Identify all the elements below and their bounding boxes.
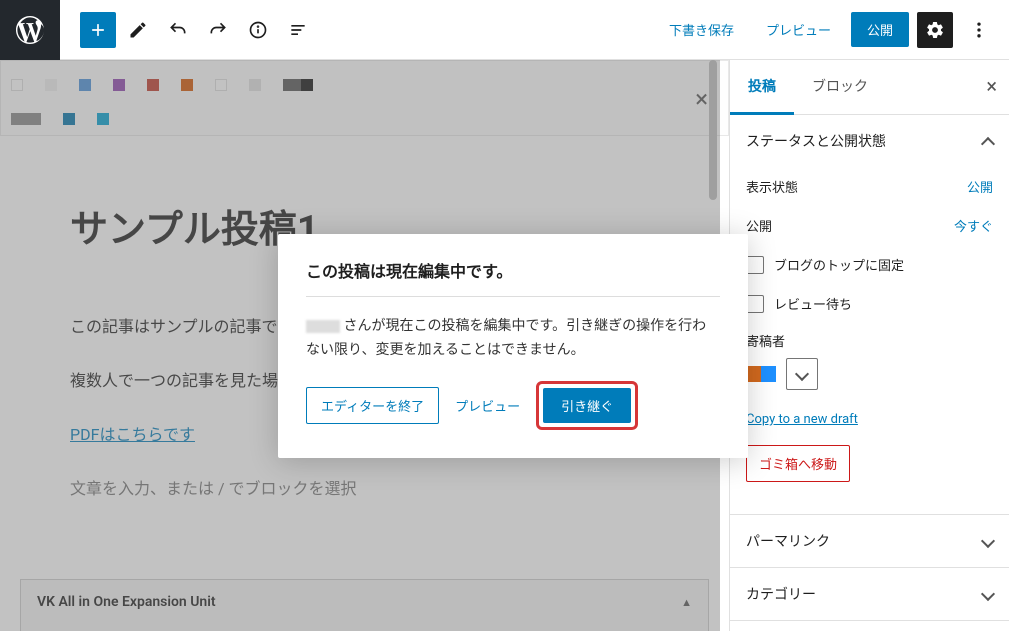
author-label: 寄稿者 [746, 323, 993, 350]
wordpress-logo[interactable] [0, 0, 60, 60]
panel-header-category[interactable]: カテゴリー [730, 568, 1009, 620]
author-avatar [746, 366, 776, 382]
redacted-username [306, 320, 340, 333]
author-select[interactable] [786, 358, 818, 390]
info-icon [248, 20, 268, 40]
redo-icon [208, 20, 228, 40]
gear-icon [925, 20, 945, 40]
chevron-up-icon [983, 136, 993, 146]
publish-button[interactable]: 公開 [851, 12, 909, 47]
toolbar-left [60, 12, 316, 48]
takeover-highlight: 引き継ぐ [536, 381, 638, 430]
pencil-icon [128, 20, 148, 40]
panel-header-permalink[interactable]: パーマリンク [730, 515, 1009, 567]
exit-editor-button[interactable]: エディターを終了 [306, 387, 439, 424]
chevron-down-icon [983, 536, 993, 546]
publish-value[interactable]: 今すぐ [954, 216, 993, 235]
tab-block[interactable]: ブロック [794, 60, 886, 114]
info-button[interactable] [240, 12, 276, 48]
settings-sidebar: 投稿 ブロック × ステータスと公開状態 表示状態 公開 公開 今すぐ [729, 60, 1009, 631]
more-vertical-icon [969, 20, 989, 40]
pending-checkbox[interactable] [746, 295, 764, 313]
move-to-trash-button[interactable]: ゴミ箱へ移動 [746, 445, 850, 482]
toolbar-right: 下書き保存 プレビュー 公開 [657, 12, 1009, 48]
sticky-row: ブログのトップに固定 [746, 245, 993, 284]
copy-new-draft-link[interactable]: Copy to a new draft [746, 406, 993, 445]
chevron-down-icon [797, 369, 807, 379]
outline-button[interactable] [280, 12, 316, 48]
category-panel: カテゴリー [730, 568, 1009, 621]
sidebar-tabs: 投稿 ブロック × [730, 60, 1009, 115]
sticky-checkbox[interactable] [746, 256, 764, 274]
editor-toolbar: 下書き保存 プレビュー 公開 [0, 0, 1009, 60]
panel-header-status[interactable]: ステータスと公開状態 [730, 115, 1009, 167]
tab-post[interactable]: 投稿 [730, 60, 794, 115]
visibility-value[interactable]: 公開 [967, 177, 993, 196]
permalink-panel: パーマリンク [730, 515, 1009, 568]
modal-preview-button[interactable]: プレビュー [449, 388, 526, 423]
wordpress-icon [16, 16, 44, 44]
status-visibility-panel: ステータスと公開状態 表示状態 公開 公開 今すぐ ブログのトップに固定 [730, 115, 1009, 515]
modal-body: さんが現在この投稿を編集中です。引き継ぎの操作を行わない限り、変更を加えることは… [306, 315, 720, 363]
more-menu-button[interactable] [961, 12, 997, 48]
takeover-button[interactable]: 引き継ぐ [543, 388, 631, 423]
edit-mode-button[interactable] [120, 12, 156, 48]
redo-button[interactable] [200, 12, 236, 48]
close-sidebar-button[interactable]: × [986, 74, 997, 98]
save-draft-button[interactable]: 下書き保存 [657, 12, 746, 47]
modal-title: この投稿は現在編集中です。 [306, 258, 720, 297]
settings-button[interactable] [917, 12, 953, 48]
plus-icon [88, 20, 108, 40]
preview-button[interactable]: プレビュー [754, 12, 843, 47]
author-row [746, 350, 993, 406]
post-lock-modal: この投稿は現在編集中です。 さんが現在この投稿を編集中です。引き継ぎの操作を行わ… [278, 234, 748, 458]
publish-row: 公開 今すぐ [746, 206, 993, 245]
visibility-row: 表示状態 公開 [746, 167, 993, 206]
undo-button[interactable] [160, 12, 196, 48]
add-block-button[interactable] [80, 12, 116, 48]
pending-row: レビュー待ち [746, 284, 993, 323]
undo-icon [168, 20, 188, 40]
chevron-down-icon [983, 589, 993, 599]
modal-actions: エディターを終了 プレビュー 引き継ぐ [306, 381, 720, 430]
list-icon [288, 20, 308, 40]
